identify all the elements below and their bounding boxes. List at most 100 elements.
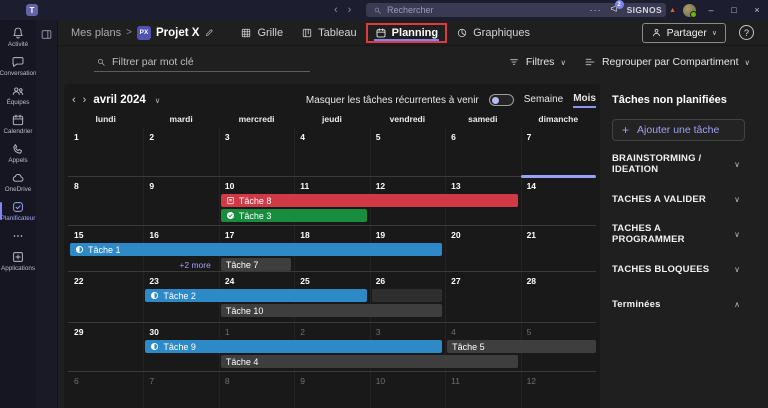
day-number[interactable]: 3 (376, 327, 381, 337)
group-by-button[interactable]: Regrouper par Compartiment ∨ (584, 56, 750, 68)
day-number[interactable]: 3 (225, 132, 230, 142)
add-task-button[interactable]: + Ajouter une tâche (612, 119, 745, 141)
hide-recurring-label: Masquer les tâches récurrentes à venir (306, 95, 479, 106)
view-month-button[interactable]: Mois (573, 93, 596, 108)
day-number[interactable]: 12 (376, 181, 385, 191)
task-bar-unlabeled[interactable] (372, 289, 442, 302)
share-button[interactable]: Partager ∨ (642, 23, 726, 43)
bucket-group-taches-bloquees[interactable]: TACHES BLOQUEES∨ (612, 257, 768, 281)
task-bar-tâche-10[interactable]: Tâche 10 (221, 304, 442, 317)
day-number[interactable]: 1 (74, 132, 79, 142)
task-bar-tâche-5[interactable]: Tâche 5 (447, 340, 596, 353)
day-number[interactable]: 1 (225, 327, 230, 337)
task-bar-tâche-9[interactable]: Tâche 9 (145, 340, 442, 353)
day-number[interactable]: 28 (527, 276, 536, 286)
day-number[interactable]: 25 (300, 276, 309, 286)
day-number[interactable]: 9 (149, 181, 154, 191)
day-number[interactable]: 5 (527, 327, 532, 337)
calendar-next-button[interactable]: › (83, 94, 87, 106)
day-number[interactable]: 13 (451, 181, 460, 191)
day-number[interactable]: 16 (149, 230, 158, 240)
day-number[interactable]: 9 (300, 376, 305, 386)
tab-planning[interactable]: Planning (366, 23, 447, 43)
day-number[interactable]: 4 (451, 327, 456, 337)
day-number[interactable]: 17 (225, 230, 234, 240)
bucket-group-taches-a-valider[interactable]: TACHES A VALIDER∨ (612, 187, 768, 211)
task-bar-tâche-1[interactable]: Tâche 1 (70, 243, 442, 256)
calendar-month-title[interactable]: avril 2024 (93, 94, 145, 106)
day-number[interactable]: 11 (451, 376, 460, 386)
task-bar-tâche-2[interactable]: Tâche 2 (145, 289, 366, 302)
day-number[interactable]: 18 (300, 230, 309, 240)
nav-forward-button[interactable]: › (348, 4, 352, 16)
task-bar-tâche-7[interactable]: Tâche 7 (221, 258, 291, 271)
day-number[interactable]: 11 (300, 181, 309, 191)
day-header-lundi: lundi (68, 114, 143, 128)
help-button[interactable]: ? (739, 25, 754, 40)
breadcrumb-root-link[interactable]: Mes plans (71, 27, 121, 39)
day-number[interactable]: 30 (149, 327, 158, 337)
sidebar-item-cloud[interactable]: OneDrive (0, 168, 36, 197)
day-number[interactable]: 6 (451, 132, 456, 142)
edit-pencil-icon[interactable] (204, 27, 215, 38)
more-tasks-indicator[interactable]: +2 more (143, 260, 210, 270)
day-number[interactable]: 20 (451, 230, 460, 240)
nav-back-button[interactable]: ‹ (334, 4, 338, 16)
sidebar-item-bell[interactable]: Activité (0, 23, 36, 52)
sidebar-item-dots[interactable] (0, 226, 36, 247)
day-number[interactable]: 10 (376, 376, 385, 386)
day-number[interactable]: 27 (451, 276, 460, 286)
sidebar-item-phone[interactable]: Appels (0, 139, 36, 168)
task-bar-tâche-8[interactable]: Tâche 8 (221, 194, 518, 207)
tab-grille[interactable]: Grille (231, 23, 292, 43)
day-number[interactable]: 4 (300, 132, 305, 142)
titlebar-more-button[interactable]: ··· (590, 5, 602, 15)
day-number[interactable]: 15 (74, 230, 83, 240)
notifications-button[interactable]: 2 (609, 3, 620, 17)
sidebar-item-people[interactable]: Équipes (0, 81, 36, 110)
day-number[interactable]: 6 (74, 376, 79, 386)
day-number[interactable]: 26 (376, 276, 385, 286)
tab-graphiques[interactable]: Graphiques (447, 23, 539, 43)
day-number[interactable]: 23 (149, 276, 158, 286)
keyword-filter-input[interactable] (112, 56, 282, 68)
day-number[interactable]: 8 (225, 376, 230, 386)
sidebar-item-apps[interactable]: Applications (0, 247, 36, 276)
task-label: Tâche 5 (452, 342, 485, 352)
sidebar-item-calendar[interactable]: Calendrier (0, 110, 36, 139)
day-number[interactable]: 29 (74, 327, 83, 337)
bucket-group-termin-es[interactable]: Terminées∧ (612, 292, 768, 316)
view-week-button[interactable]: Semaine (524, 94, 563, 107)
bucket-group-taches-a-programmer[interactable]: TACHES A PROGRAMMER∨ (612, 222, 768, 246)
day-number[interactable]: 2 (149, 132, 154, 142)
day-number[interactable]: 5 (376, 132, 381, 142)
day-number[interactable]: 12 (527, 376, 536, 386)
day-number[interactable]: 7 (149, 376, 154, 386)
window-maximize-button[interactable]: □ (726, 5, 742, 15)
panel-toggle-icon[interactable] (40, 28, 53, 41)
filters-button[interactable]: Filtres ∨ (508, 56, 566, 68)
day-number[interactable]: 8 (74, 181, 79, 191)
hide-recurring-toggle[interactable] (489, 94, 514, 106)
day-number[interactable]: 24 (225, 276, 234, 286)
day-header-vendredi: vendredi (370, 114, 445, 128)
sidebar-item-planner[interactable]: Planificateur (0, 197, 36, 226)
bucket-group-brainstorming-ideation[interactable]: BRAINSTORMING / IDEATION∨ (612, 152, 768, 176)
day-number[interactable]: 2 (300, 327, 305, 337)
day-number[interactable]: 14 (527, 181, 536, 191)
day-number[interactable]: 22 (74, 276, 83, 286)
org-name: SIGNOS (627, 5, 662, 15)
calendar-prev-button[interactable]: ‹ (72, 94, 76, 106)
sidebar-item-chat[interactable]: Conversation (0, 52, 36, 81)
window-minimize-button[interactable]: – (703, 5, 719, 15)
day-number[interactable]: 21 (527, 230, 536, 240)
task-bar-tâche-3[interactable]: Tâche 3 (221, 209, 367, 222)
day-number[interactable]: 7 (527, 132, 532, 142)
day-number[interactable]: 10 (225, 181, 234, 191)
task-bar-tâche-4[interactable]: Tâche 4 (221, 355, 518, 368)
avatar[interactable] (683, 4, 696, 17)
day-number[interactable]: 19 (376, 230, 385, 240)
column-divider (143, 372, 144, 408)
window-close-button[interactable]: × (749, 5, 765, 15)
tab-tableau[interactable]: Tableau (292, 23, 366, 43)
